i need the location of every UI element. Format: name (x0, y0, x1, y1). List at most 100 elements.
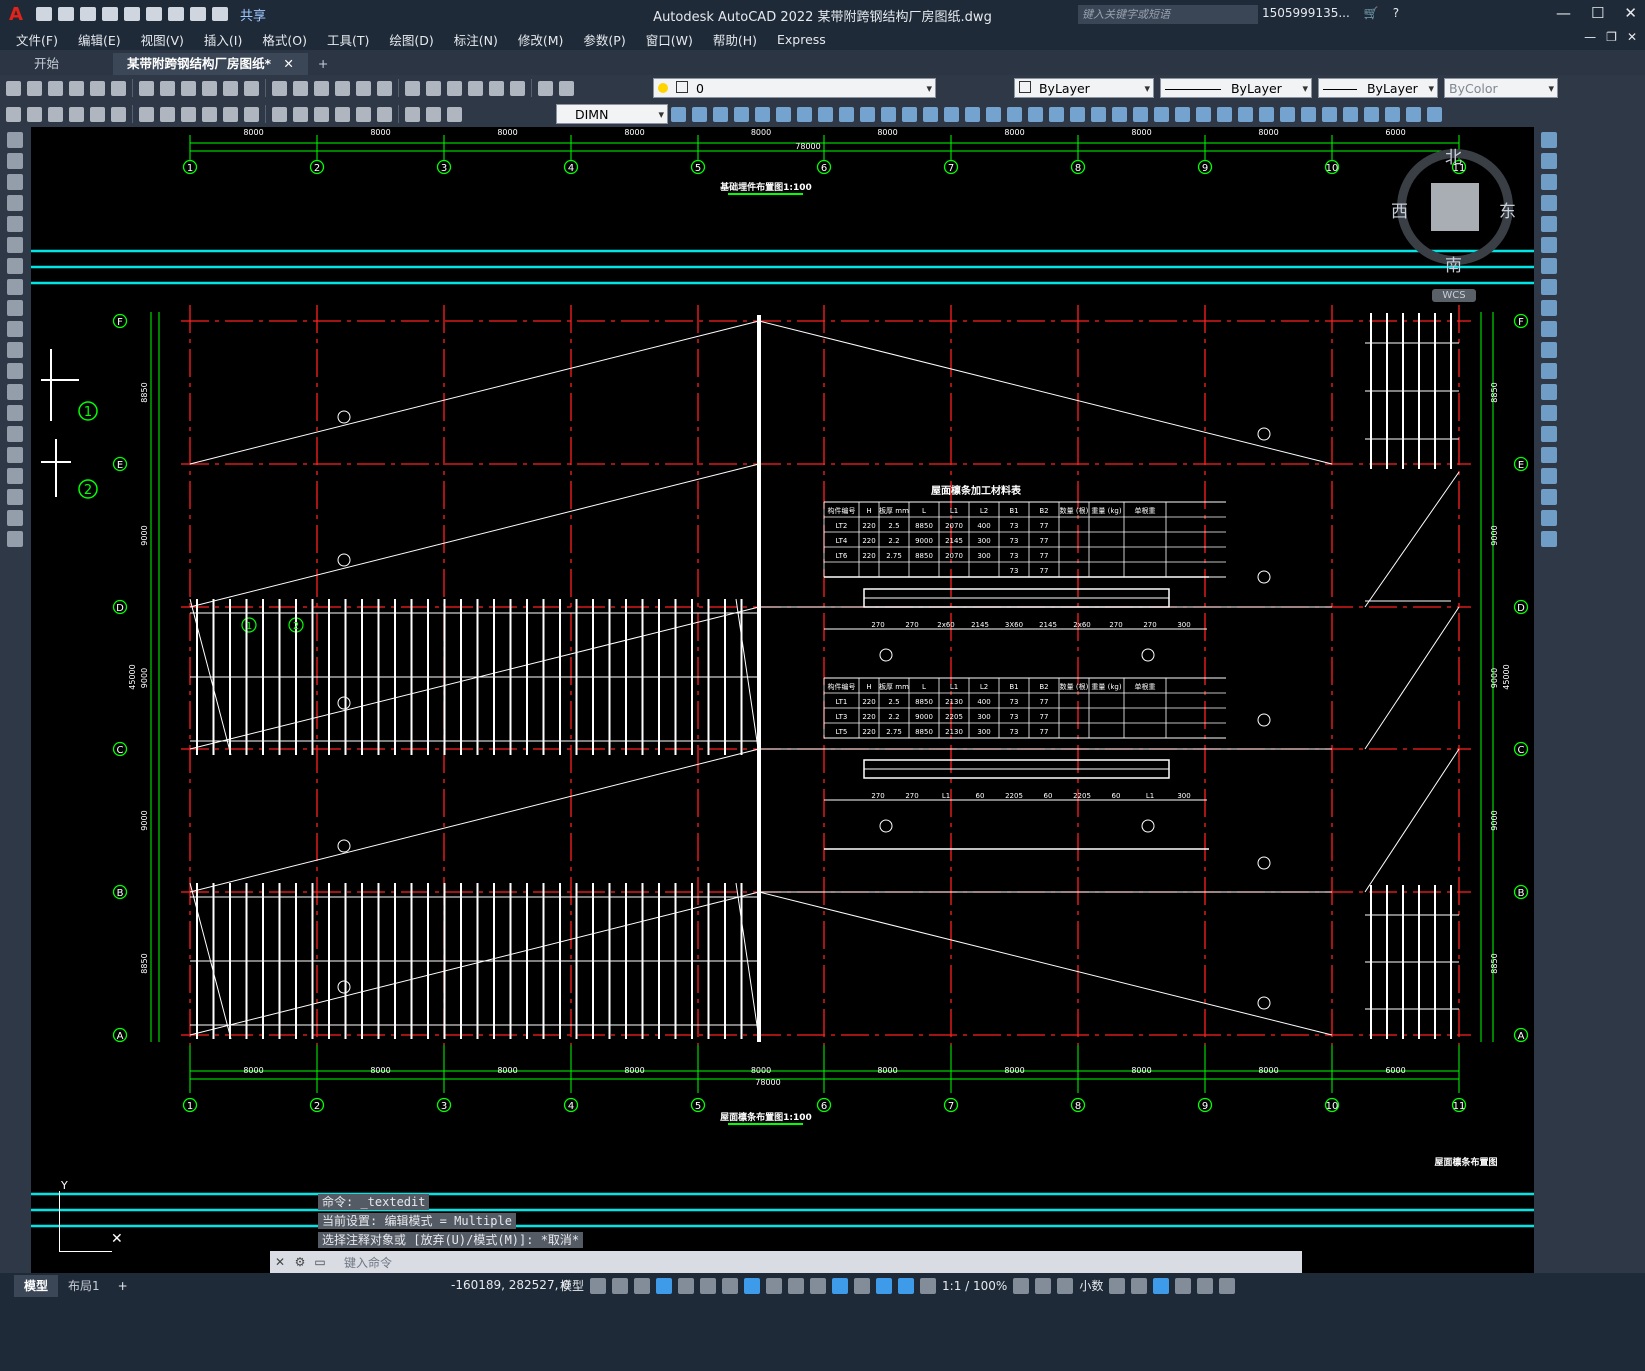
lpanel-tool-icon[interactable] (7, 321, 23, 337)
add-layout-icon[interactable]: + (118, 1279, 128, 1293)
units-icon[interactable] (1057, 1277, 1074, 1294)
clean-screen-icon[interactable] (1197, 1277, 1214, 1294)
tb1-tool-icon[interactable] (272, 80, 287, 96)
annotation-scale-icon[interactable] (920, 1277, 937, 1294)
tb2-modify-icon[interactable] (1406, 106, 1421, 122)
menu-item-6[interactable]: 绘图(D) (389, 30, 433, 49)
menu-item-12[interactable]: Express (777, 32, 826, 47)
tb2-modify-icon[interactable] (1154, 106, 1169, 122)
rpanel-tool-icon[interactable] (1541, 216, 1557, 232)
color-dropdown[interactable]: ByLayer (1014, 78, 1154, 99)
linetype-dropdown[interactable]: ByLayer (1160, 78, 1312, 99)
rpanel-tool-icon[interactable] (1541, 510, 1557, 526)
drawing-canvas[interactable]: 1 1 2 2 3 3 4 4 5 5 6 6 7 7 8 8 9 9 10 10 11 11 F F E E D D C C B B A A 80… (31, 127, 1534, 1273)
autocad-logo-icon[interactable]: A (4, 4, 28, 25)
tb2-modify-icon[interactable] (1301, 106, 1316, 122)
tb2-modify-icon[interactable] (1070, 106, 1085, 122)
maximize-icon[interactable]: ☐ (1591, 4, 1604, 22)
workspace-gear-icon[interactable] (1013, 1277, 1030, 1294)
gizmo-icon[interactable] (854, 1277, 871, 1294)
rpanel-tool-icon[interactable] (1541, 531, 1557, 547)
tb1-tool-icon[interactable] (202, 80, 217, 96)
tb2-tool-icon[interactable] (405, 106, 420, 122)
grid-icon[interactable] (590, 1277, 607, 1294)
tb2-modify-icon[interactable] (1364, 106, 1379, 122)
command-customize-icon[interactable]: ⚙ (290, 1255, 310, 1269)
tb2-modify-icon[interactable] (734, 106, 749, 122)
tb2-modify-icon[interactable] (1322, 106, 1337, 122)
lpanel-tool-icon[interactable] (7, 447, 23, 463)
tb2-modify-icon[interactable] (965, 106, 980, 122)
tb1-tool-icon[interactable] (111, 80, 126, 96)
tb2-modify-icon[interactable] (776, 106, 791, 122)
rpanel-tool-icon[interactable] (1541, 174, 1557, 190)
ortho-icon[interactable] (656, 1277, 673, 1294)
tb2-tool-icon[interactable] (160, 106, 175, 122)
lineweight-icon[interactable] (766, 1277, 783, 1294)
tb2-modify-icon[interactable] (1238, 106, 1253, 122)
lpanel-tool-icon[interactable] (7, 426, 23, 442)
lpanel-tool-icon[interactable] (7, 342, 23, 358)
doc-close-icon[interactable]: ✕ (1627, 30, 1637, 44)
menu-item-11[interactable]: 帮助(H) (713, 30, 757, 49)
tb2-tool-icon[interactable] (244, 106, 259, 122)
tb2-modify-icon[interactable] (944, 106, 959, 122)
menu-item-9[interactable]: 参数(P) (583, 30, 625, 49)
rpanel-tool-icon[interactable] (1541, 447, 1557, 463)
undo-icon[interactable] (190, 7, 206, 21)
lpanel-tool-icon[interactable] (7, 300, 23, 316)
tb2-tool-icon[interactable] (181, 106, 196, 122)
menu-item-10[interactable]: 窗口(W) (646, 30, 693, 49)
tb2-modify-icon[interactable] (1091, 106, 1106, 122)
user-account[interactable]: 1505999135... (1262, 6, 1350, 20)
lineweight-dropdown[interactable]: ByLayer (1318, 78, 1438, 99)
infer-icon[interactable] (634, 1277, 651, 1294)
tb2-modify-icon[interactable] (1049, 106, 1064, 122)
tb2-tool-icon[interactable] (111, 106, 126, 122)
rpanel-tool-icon[interactable] (1541, 342, 1557, 358)
tb2-tool-icon[interactable] (6, 106, 21, 122)
lpanel-tool-icon[interactable] (7, 510, 23, 526)
tab-close-icon[interactable]: ✕ (283, 56, 293, 71)
tab-start[interactable]: 开始 (20, 53, 73, 75)
tb2-tool-icon[interactable] (139, 106, 154, 122)
rpanel-tool-icon[interactable] (1541, 279, 1557, 295)
viewcube-face[interactable] (1431, 183, 1479, 231)
tb2-tool-icon[interactable] (356, 106, 371, 122)
dynamic-ucs-icon[interactable] (832, 1277, 849, 1294)
close-icon[interactable]: ✕ (1624, 4, 1637, 22)
menu-item-4[interactable]: 格式(O) (262, 30, 307, 49)
tb1-tool-icon[interactable] (27, 80, 42, 96)
command-line[interactable]: ✕ ⚙ ▭ 键入命令 (270, 1251, 1302, 1273)
lpanel-tool-icon[interactable] (7, 195, 23, 211)
menu-item-1[interactable]: 编辑(E) (78, 30, 121, 49)
tb1-tool-icon[interactable] (426, 80, 441, 96)
open-file-icon[interactable] (58, 7, 74, 21)
doc-restore-icon[interactable]: ❐ (1606, 30, 1617, 44)
lpanel-tool-icon[interactable] (7, 279, 23, 295)
tb1-tool-icon[interactable] (314, 80, 329, 96)
layout-tab-1[interactable]: 布局1 (58, 1275, 110, 1297)
rpanel-tool-icon[interactable] (1541, 300, 1557, 316)
tb1-tool-icon[interactable] (244, 80, 259, 96)
rpanel-tool-icon[interactable] (1541, 258, 1557, 274)
menu-item-2[interactable]: 视图(V) (141, 30, 184, 49)
isodraft-icon[interactable] (700, 1277, 717, 1294)
share-button[interactable]: 共享 (240, 5, 266, 24)
lpanel-tool-icon[interactable] (7, 531, 23, 547)
compass-west[interactable]: 西 (1391, 197, 1408, 222)
tb2-tool-icon[interactable] (377, 106, 392, 122)
tb2-modify-icon[interactable] (818, 106, 833, 122)
plotstyle-dropdown[interactable]: ByColor (1444, 78, 1558, 99)
tb2-modify-icon[interactable] (1028, 106, 1043, 122)
save-icon[interactable] (80, 7, 96, 21)
lpanel-tool-icon[interactable] (7, 405, 23, 421)
tb2-modify-icon[interactable] (1343, 106, 1358, 122)
tb2-modify-icon[interactable] (1385, 106, 1400, 122)
tb2-modify-icon[interactable] (692, 106, 707, 122)
tb2-tool-icon[interactable] (69, 106, 84, 122)
tb1-tool-icon[interactable] (223, 80, 238, 96)
menu-item-3[interactable]: 插入(I) (204, 30, 242, 49)
help-icon[interactable]: ? (1393, 6, 1399, 20)
tb2-modify-icon[interactable] (902, 106, 917, 122)
